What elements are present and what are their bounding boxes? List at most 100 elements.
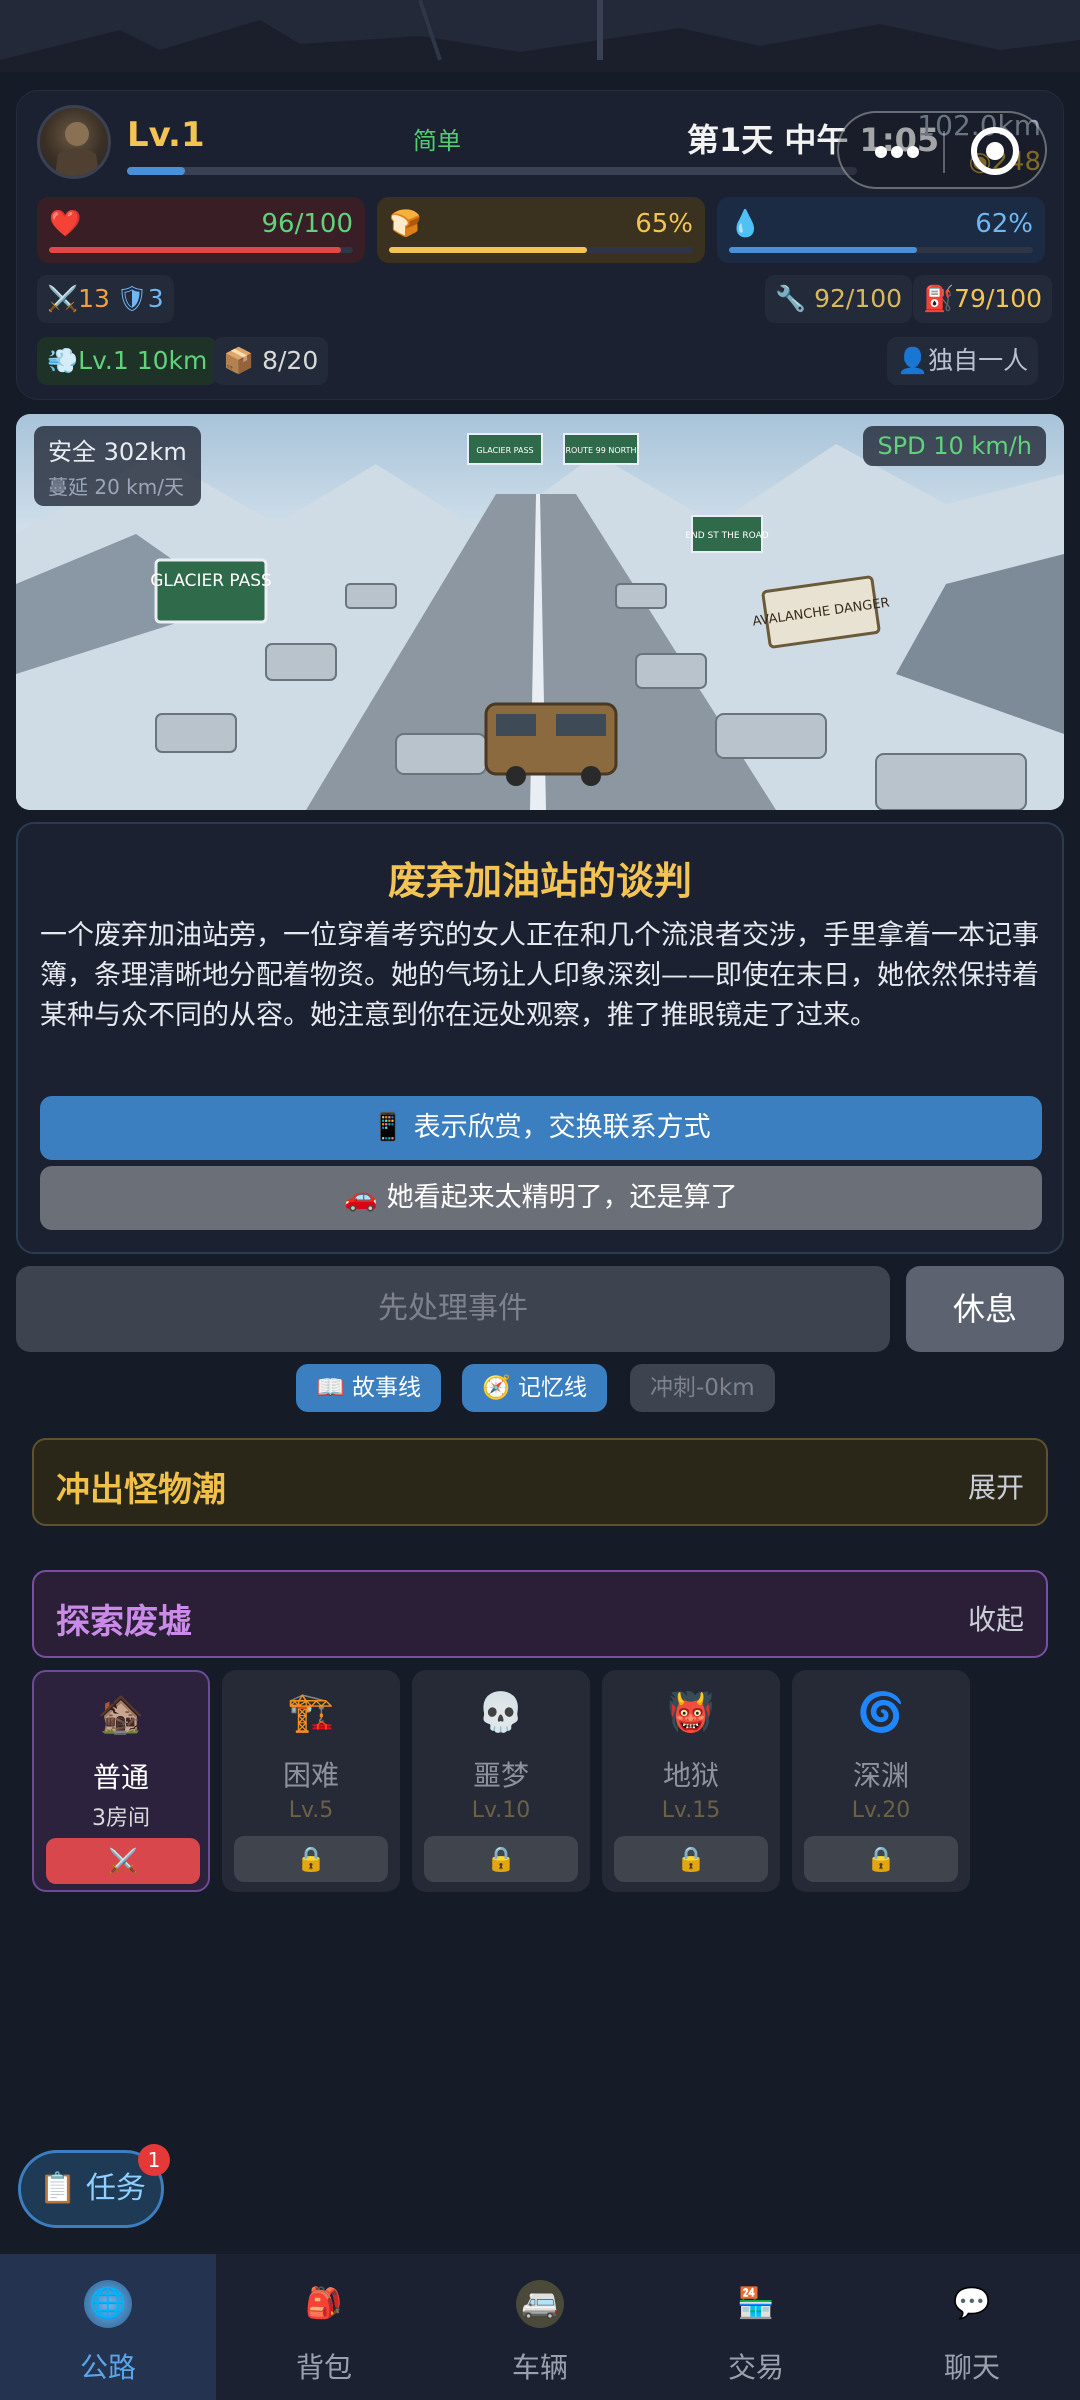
ruin-level-name: 深渊 <box>852 1759 909 1792</box>
more-menu-icon[interactable] <box>875 143 925 158</box>
choice-decline-label: 她看起来太精明了，还是算了 <box>386 1182 738 1213</box>
ruin-level-name: 困难 <box>282 1759 339 1792</box>
water-bar-fill <box>729 247 918 253</box>
sign-end-road: END ST THE ROAD <box>685 531 768 541</box>
ruin-level-hell[interactable]: 👹 地狱 Lv.15 🔒 <box>602 1670 780 1892</box>
wrench-icon: 🔧 <box>775 284 807 313</box>
monster-wave-section[interactable]: 冲出怪物潮 展开 <box>32 1438 1048 1526</box>
nav-road[interactable]: 🌐 公路 <box>0 2254 216 2400</box>
ruin-level-name: 地狱 <box>662 1759 719 1792</box>
rest-button[interactable]: 休息 <box>906 1266 1064 1352</box>
choice-accept-button[interactable]: 📱 表示欣赏，交换联系方式 <box>40 1096 1042 1160</box>
player-level: Lv.1 <box>127 115 205 155</box>
team-chip[interactable]: 👤独自一人 <box>887 337 1039 385</box>
wind-icon: 💨 <box>47 346 79 375</box>
enter-ruin-button[interactable]: ⚔️ <box>46 1838 200 1884</box>
vortex-icon: 🌀 <box>857 1690 905 1734</box>
shield-icon: 🛡 <box>115 284 148 313</box>
mini-program-capsule <box>837 111 1047 189</box>
sprint-button[interactable]: 冲刺-0km <box>630 1364 775 1412</box>
top-scene-strip <box>0 0 1080 72</box>
xp-bar <box>127 167 857 175</box>
water-value: 62% <box>975 209 1033 239</box>
ruin-level-nightmare[interactable]: 💀 噩梦 Lv.10 🔒 <box>412 1670 590 1892</box>
event-card: 废弃加油站的谈判 一个废弃加油站旁，一位穿着考究的女人正在和几个流浪者交涉，手里… <box>16 822 1064 1254</box>
bottom-nav: 🌐 公路 🎒 背包 🚐 车辆 🏪 交易 💬 聊天 <box>0 2254 1080 2400</box>
backpack-icon: 🎒 <box>305 2286 343 2321</box>
top-silhouette <box>0 0 1080 72</box>
repair-value: 92/100 <box>814 284 903 313</box>
ruin-level-name: 噩梦 <box>472 1759 529 1792</box>
collapse-toggle[interactable]: 收起 <box>968 1598 1024 1638</box>
ruin-level-normal[interactable]: 🏚️ 普通 3房间 ⚔️ <box>32 1670 210 1892</box>
expand-toggle[interactable]: 展开 <box>968 1466 1024 1506</box>
repair-chip: 🔧 92/100 <box>765 275 913 323</box>
speed-value: Lv.1 10km <box>78 346 208 375</box>
food-bar <box>389 247 693 253</box>
memory-line-button[interactable]: 🧭 记忆线 <box>462 1364 607 1412</box>
monster-wave-title: 冲出怪物潮 <box>56 1470 226 1510</box>
trade-icon: 🏪 <box>737 2286 775 2321</box>
food-stat: 🍞 65% <box>377 197 705 263</box>
ruin-level-abyss[interactable]: 🌀 深渊 Lv.20 🔒 <box>792 1670 970 1892</box>
ruin-level-hard[interactable]: 🏗️ 困难 Lv.5 🔒 <box>222 1670 400 1892</box>
road-scene: GLACIER PASS AVALANCHE DANGER END ST THE… <box>16 414 1064 810</box>
fuel-value: 79/100 <box>954 284 1043 313</box>
ruin-level-sub: Lv.15 <box>661 1798 721 1823</box>
fuel-pump-icon: ⛽ <box>923 284 955 313</box>
close-target-icon[interactable] <box>971 127 1019 175</box>
lock-icon: 🔒 <box>804 1836 958 1882</box>
handle-event-button[interactable]: 先处理事件 <box>16 1266 890 1352</box>
choice-decline-button[interactable]: 🚗 她看起来太精明了，还是算了 <box>40 1166 1042 1230</box>
health-bar <box>49 247 353 253</box>
health-bar-fill <box>49 247 341 253</box>
ruin-level-sub: Lv.5 <box>288 1798 334 1823</box>
team-value: 独自一人 <box>928 346 1029 375</box>
water-bar <box>729 247 1033 253</box>
water-drop-icon: 💧 <box>729 209 762 239</box>
nav-label: 聊天 <box>943 2351 1000 2384</box>
ruin-level-sub: Lv.20 <box>851 1798 911 1823</box>
nav-label: 车辆 <box>511 2351 568 2384</box>
defense-value: 3 <box>147 284 164 313</box>
difficulty-label: 简单 <box>413 127 461 155</box>
health-stat: ❤️ 96/100 <box>37 197 365 263</box>
health-value: 96/100 <box>261 209 353 239</box>
swords-icon: ⚔️ <box>47 284 79 313</box>
event-description: 一个废弃加油站旁，一位穿着考究的女人正在和几个流浪者交涉，手里拿着一本记事簿，条… <box>40 920 1039 1031</box>
ruin-level-sub: 3房间 <box>92 1806 150 1831</box>
speed-tag: SPD 10 km/h <box>863 426 1046 466</box>
water-stat: 💧 62% <box>717 197 1045 263</box>
food-bar-fill <box>389 247 587 253</box>
combat-stats-chip: ⚔️13 🛡3 <box>37 275 174 323</box>
speed-chip: 💨Lv.1 10km <box>37 337 218 385</box>
nav-backpack[interactable]: 🎒 背包 <box>216 2254 432 2400</box>
explore-ruins-section[interactable]: 探索废墟 收起 <box>32 1570 1048 1658</box>
capsule-divider <box>943 131 945 173</box>
safe-distance-tag: 安全 302km 蔓延 20 km/天 <box>34 426 201 506</box>
crane-icon: 🏗️ <box>287 1690 335 1734</box>
sign-overhead-2: ROUTE 99 NORTH <box>565 446 636 455</box>
xp-bar-fill <box>127 167 186 175</box>
storyline-button[interactable]: 📖 故事线 <box>296 1364 441 1412</box>
ruin-level-name: 普通 <box>92 1761 149 1794</box>
ruin-house-icon: 🏚️ <box>97 1692 145 1736</box>
nav-trade[interactable]: 🏪 交易 <box>648 2254 864 2400</box>
survivor-avatar-icon <box>54 122 100 176</box>
spread-rate: 蔓延 20 km/天 <box>48 475 184 499</box>
nav-vehicle[interactable]: 🚐 车辆 <box>432 2254 648 2400</box>
attack-value: 13 <box>78 284 110 313</box>
lock-icon: 🔒 <box>424 1836 578 1882</box>
road-globe-icon: 🌐 <box>84 2280 132 2328</box>
car-icon: 🚗 <box>344 1182 379 1213</box>
choice-accept-label: 表示欣赏，交换联系方式 <box>413 1112 711 1143</box>
lock-icon: 🔒 <box>234 1836 388 1882</box>
nav-chat[interactable]: 💬 聊天 <box>864 2254 1080 2400</box>
nav-label: 交易 <box>727 2351 784 2384</box>
food-value: 65% <box>635 209 693 239</box>
avatar[interactable] <box>37 105 111 179</box>
sign-glacier-pass: GLACIER PASS <box>150 571 272 591</box>
cargo-value: 8/20 <box>262 346 319 375</box>
demon-icon: 👹 <box>667 1690 715 1734</box>
chat-icon: 💬 <box>953 2286 991 2321</box>
